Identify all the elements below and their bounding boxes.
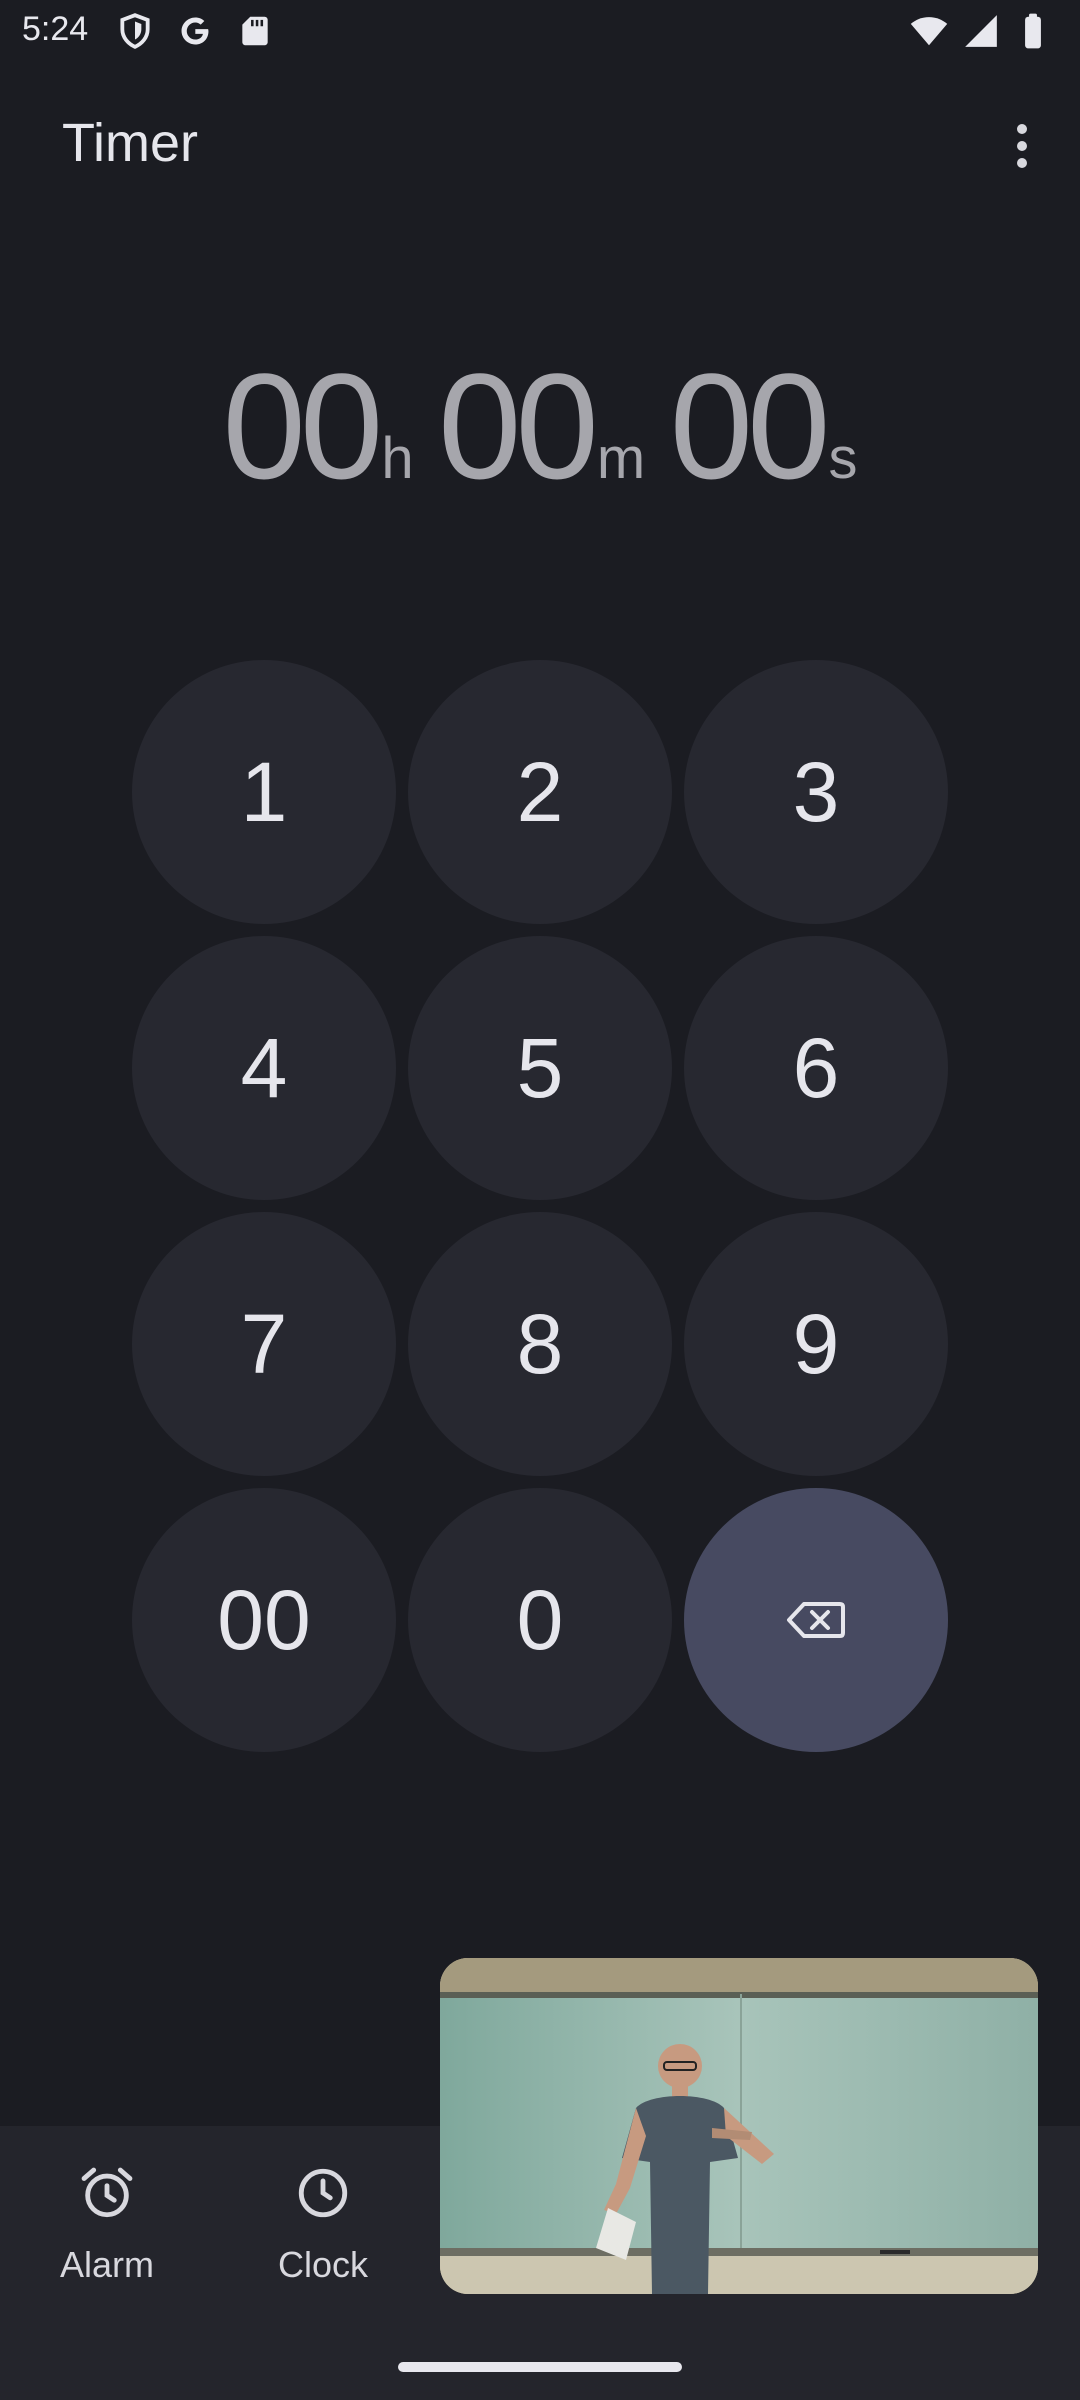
- key-5[interactable]: 5: [408, 936, 672, 1200]
- hours-value: 00: [222, 342, 383, 510]
- status-left-icons: [116, 12, 274, 50]
- status-bar: 5:24: [0, 0, 1080, 64]
- nav-item-clock[interactable]: Clock: [223, 2164, 423, 2286]
- hours-unit: h: [381, 426, 414, 491]
- page-title: Timer: [62, 113, 198, 173]
- alarm-icon: [81, 2167, 133, 2218]
- key-4[interactable]: 4: [132, 936, 396, 1200]
- status-time: 5:24: [22, 10, 89, 48]
- battery-icon: [1025, 13, 1041, 49]
- clock-icon: [298, 2168, 348, 2218]
- backspace-icon: [787, 1602, 845, 1638]
- backspace-button[interactable]: [684, 1488, 948, 1752]
- seconds-value: 00: [669, 342, 831, 510]
- key-0[interactable]: 0: [408, 1488, 672, 1752]
- key-9[interactable]: 9: [684, 1212, 948, 1476]
- key-3[interactable]: 3: [684, 660, 948, 924]
- nav-label-clock: Clock: [277, 2244, 369, 2285]
- key-00[interactable]: 00: [132, 1488, 396, 1752]
- key-1[interactable]: 1: [132, 660, 396, 924]
- hours-group: 00h: [222, 340, 413, 513]
- key-8[interactable]: 8: [408, 1212, 672, 1476]
- minutes-unit: m: [596, 426, 646, 491]
- seconds-unit: s: [828, 426, 858, 491]
- nav-label-alarm: Alarm: [59, 2244, 154, 2285]
- seconds-group: 00s: [670, 340, 858, 513]
- signal-icon: [965, 15, 997, 47]
- google-icon: [181, 17, 209, 45]
- video-frame: [440, 1958, 1038, 2294]
- pip-video-window[interactable]: [440, 1958, 1038, 2294]
- key-7[interactable]: 7: [132, 1212, 396, 1476]
- nav-item-alarm[interactable]: Alarm: [7, 2164, 207, 2286]
- minutes-value: 00: [438, 342, 599, 510]
- shield-icon: [120, 13, 150, 49]
- more-vert-icon: [1017, 124, 1027, 168]
- key-6[interactable]: 6: [684, 936, 948, 1200]
- timer-screen: 5:24 Timer 00h 00m 00s 1 2 3 4 5 6 7 8 9…: [0, 0, 1080, 2400]
- keypad: 1 2 3 4 5 6 7 8 9 00 0: [132, 660, 948, 1752]
- status-right-icons: [910, 12, 1052, 50]
- wifi-icon: [910, 17, 948, 46]
- gesture-handle[interactable]: [398, 2362, 682, 2372]
- key-2[interactable]: 2: [408, 660, 672, 924]
- more-options-button[interactable]: [996, 116, 1048, 176]
- sd-card-icon: [242, 16, 268, 46]
- minutes-group: 00m: [438, 340, 645, 513]
- timer-readout: 00h 00m 00s: [0, 340, 1080, 513]
